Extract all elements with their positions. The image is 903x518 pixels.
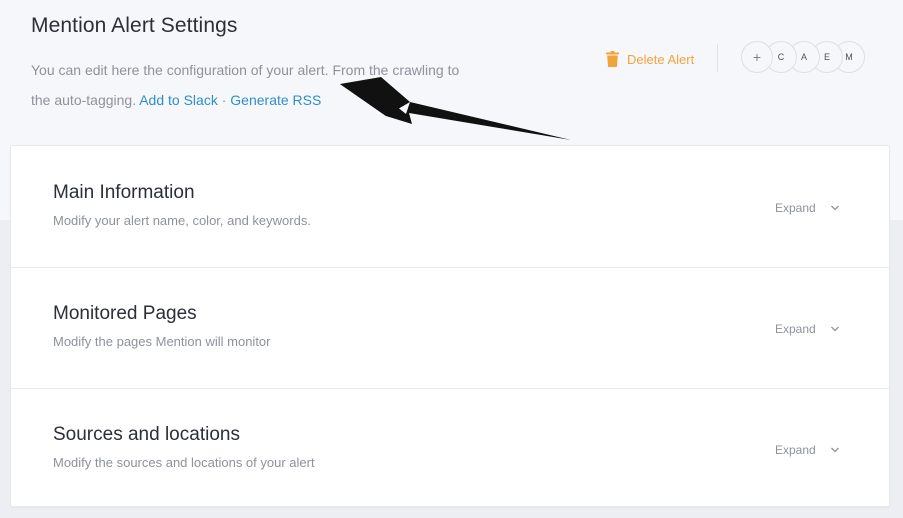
page-title: Mention Alert Settings — [31, 14, 238, 37]
add-member-button[interactable]: + — [741, 41, 773, 73]
link-separator: · — [221, 92, 227, 108]
section-monitored-pages[interactable]: Monitored Pages Modify the pages Mention… — [11, 267, 889, 389]
section-title: Monitored Pages — [53, 303, 197, 324]
chevron-down-icon — [830, 205, 839, 211]
section-subtitle: Modify your alert name, color, and keywo… — [53, 213, 311, 228]
chevron-down-icon — [830, 326, 839, 332]
expand-toggle[interactable]: Expand — [775, 443, 840, 457]
section-main-information[interactable]: Main Information Modify your alert name,… — [11, 146, 889, 268]
chevron-down-icon — [830, 447, 839, 453]
section-sources-and-locations[interactable]: Sources and locations Modify the sources… — [11, 388, 889, 509]
annotation-arrow-icon — [340, 77, 571, 140]
trash-icon — [606, 51, 619, 67]
section-subtitle: Modify the pages Mention will monitor — [53, 334, 271, 349]
expand-label: Expand — [775, 201, 816, 215]
delete-alert-label: Delete Alert — [627, 51, 695, 67]
settings-card: Main Information Modify your alert name,… — [10, 145, 890, 507]
section-title: Sources and locations — [53, 424, 240, 445]
section-title: Main Information — [53, 182, 195, 203]
expand-toggle[interactable]: Expand — [775, 322, 840, 336]
expand-toggle[interactable]: Expand — [775, 201, 840, 215]
expand-label: Expand — [775, 443, 816, 457]
generate-rss-link[interactable]: Generate RSS — [230, 92, 321, 108]
add-to-slack-link[interactable]: Add to Slack — [139, 92, 218, 108]
delete-alert-button[interactable]: Delete Alert — [606, 48, 694, 70]
header-divider — [717, 44, 718, 72]
section-subtitle: Modify the sources and locations of your… — [53, 455, 315, 470]
expand-label: Expand — [775, 322, 816, 336]
